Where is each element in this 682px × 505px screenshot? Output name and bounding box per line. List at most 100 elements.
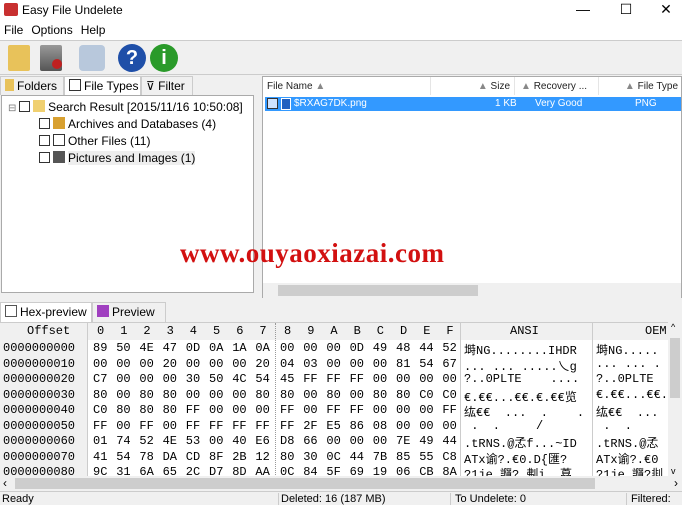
hex-byte: 00 [209, 403, 224, 417]
tree-root[interactable]: ⊟ Search Result [2015/11/16 10:50:08] [8, 100, 243, 116]
hex-view[interactable]: Offset 0 1 2 3 4 5 6 7 8 9 A B C D E F ANSI OEM 0000000000 8… [0, 322, 668, 476]
hex-byte: 80 [162, 387, 177, 402]
hex-byte: 8D [232, 465, 247, 476]
hex-byte: D7 [209, 465, 224, 476]
column-recovery[interactable]: ▲ Recovery ... [515, 77, 599, 95]
hex-byte: 2C [185, 465, 201, 476]
hex-byte: 00 [232, 387, 247, 402]
hex-byte: 01 [93, 434, 108, 448]
hex-byte: 4E [162, 434, 177, 448]
tree-item-other-files[interactable]: Other Files (11) [39, 134, 150, 150]
hex-byte: 00 [419, 418, 434, 433]
minimize-button[interactable]: — [568, 1, 598, 19]
tab-hex-preview[interactable]: Hex-preview [0, 302, 92, 322]
hex-byte: 00 [442, 372, 457, 386]
hex-byte: 00 [139, 372, 154, 386]
hex-byte: 00 [255, 403, 270, 417]
hex-byte: 65 [162, 465, 177, 476]
hex-byte: 0A [209, 341, 224, 355]
hex-byte: FF [349, 403, 364, 417]
tab-preview[interactable]: Preview [92, 302, 166, 322]
hex-byte: 45 [280, 372, 295, 386]
tab-file-types[interactable]: File Types [64, 76, 141, 95]
hex-byte: 0D [349, 341, 364, 355]
hex-byte: 00 [232, 403, 247, 417]
recovery-status: Very Good [535, 98, 583, 109]
menu-file[interactable]: File [0, 20, 27, 37]
close-button[interactable]: ✕ [651, 1, 681, 19]
list-row[interactable]: $RXAG7DK.png 1 KB Very Good PNG [265, 97, 681, 111]
hex-vertical-scrollbar[interactable]: ^ v [668, 322, 682, 476]
hex-byte: 30 [185, 372, 201, 386]
menu-options[interactable]: Options [27, 20, 76, 37]
hex-byte: 19 [372, 465, 388, 476]
column-header: 2 [143, 324, 151, 338]
checkbox[interactable] [267, 98, 278, 109]
watermark: www.ouyaoxiazai.com [180, 238, 445, 268]
menu-help[interactable]: Help [77, 20, 110, 37]
collapse-icon[interactable]: ⊟ [8, 103, 19, 114]
hex-byte: 00 [419, 372, 434, 386]
hex-byte: DA [162, 449, 177, 464]
hex-byte: 00 [162, 418, 177, 433]
hex-row: 0000000000 89 50 4E 47 0D 0A 1A 0A 00 00 00 0D 49 48 44… [0, 340, 668, 358]
column-size[interactable]: ▲ Size [431, 77, 515, 95]
hex-horizontal-scrollbar[interactable]: ‹ › [0, 476, 682, 491]
hex-byte: 31 [116, 465, 131, 476]
column-file-name[interactable]: File Name ▲ [267, 77, 431, 95]
hex-byte: 00 [372, 434, 388, 448]
hex-byte: 2B [232, 449, 247, 464]
checkbox[interactable] [39, 135, 50, 146]
info-icon[interactable]: i [150, 44, 178, 72]
hex-byte: 00 [162, 372, 177, 386]
hex-byte: 00 [209, 387, 224, 402]
column-file-type[interactable]: ▲ File Type [599, 77, 682, 95]
hex-byte: C0 [419, 387, 434, 402]
row-offset: 0000000070 [0, 448, 87, 464]
hex-byte: 04 [280, 356, 295, 371]
search-folder-icon[interactable] [8, 45, 30, 71]
list-horizontal-scrollbar[interactable] [263, 283, 681, 298]
sort-icon: ▲ [477, 81, 491, 92]
hex-byte: 1A [232, 341, 247, 355]
hex-byte: 54 [255, 372, 270, 386]
settings-icon[interactable] [79, 45, 105, 71]
hex-byte: FF [326, 372, 341, 386]
help-icon[interactable]: ? [118, 44, 146, 72]
oem-text: . . [596, 418, 633, 433]
checkbox[interactable] [19, 101, 31, 112]
hex-byte: 50 [116, 341, 131, 355]
row-offset: 0000000030 [0, 386, 87, 402]
tree-item-pictures[interactable]: Pictures and Images (1) [39, 151, 196, 167]
checkbox[interactable] [39, 118, 50, 129]
hex-byte: 00 [303, 403, 318, 417]
hex-byte: FF [442, 403, 457, 417]
hex-byte: 78 [139, 449, 154, 464]
column-header: 3 [166, 324, 174, 338]
column-header: 0 [97, 324, 105, 338]
hex-row: 0000000030 80 00 80 80 00 00 00 80 80 00 80 00 80 80 C0… [0, 386, 668, 405]
ansi-header: ANSI [510, 324, 539, 338]
row-offset: 0000000050 [0, 417, 87, 433]
oem-text: ... ... . [596, 356, 661, 371]
hex-byte: 00 [372, 403, 388, 417]
hex-row: 0000000050 FF 00 FF 00 FF FF FF FF FF 2F E5 86 08 00 00… [0, 417, 668, 433]
hex-byte: FF [185, 418, 201, 433]
hex-byte: 80 [116, 403, 131, 417]
tab-folders[interactable]: Folders [0, 76, 64, 95]
hex-byte: FF [280, 418, 295, 433]
tab-filter[interactable]: ⊽ Filter [141, 76, 193, 95]
column-header: 1 [120, 324, 128, 338]
maximize-button[interactable]: ☐ [611, 1, 641, 19]
hex-byte: 00 [396, 418, 411, 433]
left-tabs: Folders File Types ⊽ Filter [0, 76, 255, 95]
hex-byte: 4E [139, 341, 154, 355]
column-header: 4 [189, 324, 197, 338]
folder-icon [5, 79, 14, 91]
checkbox[interactable] [39, 152, 50, 163]
tree-item-archives[interactable]: Archives and Databases (4) [39, 117, 216, 133]
recover-icon[interactable] [40, 45, 62, 71]
hex-byte: CD [185, 449, 201, 464]
hex-byte: FF [349, 372, 364, 386]
hex-byte: 00 [349, 434, 364, 448]
